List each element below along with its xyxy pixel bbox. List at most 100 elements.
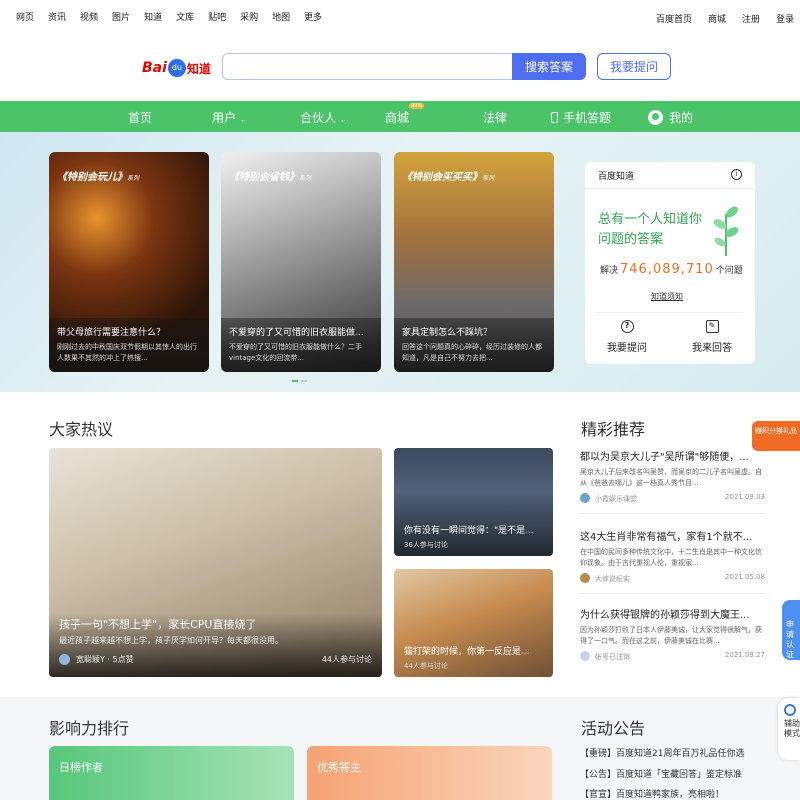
solved-count: 解决 746,089,710 个问题 [600, 262, 743, 277]
rank-section-title: 影响力排行 [49, 719, 130, 738]
panel-answer-label: 我来回答 [692, 343, 732, 354]
top-link-news[interactable]: 资讯 [48, 10, 66, 23]
card-caption: 带父母旅行需要注意什么？ 刚刚过去的中秋国庆双节假期以其惊人的出行人数果不其然的… [49, 318, 209, 372]
banner-card-travel[interactable]: 《特别会玩儿》系列 带父母旅行需要注意什么？ 刚刚过去的中秋国庆双节假期以其惊人… [49, 152, 209, 372]
recommend-title: 这4大生肖非常有福气，家有1个就不... [580, 532, 753, 543]
divider [585, 188, 755, 189]
panel-answer-button[interactable]: ✎ 我来回答 [682, 320, 742, 354]
hot-big-count: 44人参与讨论 [321, 655, 372, 664]
card-desc: 不爱穿的了又可惜的旧衣服能做什么？二手vintage文化的回流带... [229, 343, 362, 362]
recommend-item[interactable]: 都以为吴京大儿子"吴所谓"够随便，... 吴京大儿子后来改名叫吴赞，而吴京的二儿… [580, 448, 765, 514]
card-desc: 刚刚过去的中秋国庆双节假期以其惊人的出行人数果不其然的冲上了热搜... [57, 343, 197, 362]
card-title: 家具定制怎么不踩坑？ [402, 328, 493, 338]
hot-big-card[interactable]: 孩子一句"不想上学"，家长CPU直接烧了 最近孩子越来越不想上学，孩子厌学如何开… [49, 448, 382, 677]
carousel-dot-active[interactable] [292, 380, 298, 382]
earn-points-float[interactable]: 赚积分换礼品 [752, 421, 800, 451]
announcement-item[interactable]: 【公告】百度知道「宝藏回答」鉴定标准 [580, 767, 742, 780]
edit-icon: ✎ [705, 320, 719, 333]
panel-ask-button[interactable]: ? 我要提问 [597, 320, 657, 354]
mall-link[interactable]: 商城 [708, 12, 726, 25]
nav-mobile-answer[interactable]: 手机答题 [551, 109, 611, 126]
series-tag: 系列 [482, 175, 495, 182]
divider [580, 593, 765, 594]
panel-slogan: 总有一个人知道你问题的答案 [598, 212, 703, 247]
author-avatar [580, 573, 590, 583]
hot-big-desc: 最近孩子越来越不想上学，孩子厌学如何开导？每天都很没用。 [59, 636, 283, 645]
nav-user[interactable]: 用户 ⌄ [212, 109, 247, 126]
recommend-item[interactable]: 这4大生肖非常有福气，家有1个就不... 在中国的民间多种传统文化中，十二生肖是… [580, 528, 765, 594]
top-link-more[interactable]: 更多 [304, 10, 322, 23]
ask-question-button[interactable]: 我要提问 [597, 53, 671, 80]
mall-badge: 99% [409, 103, 425, 109]
solved-prefix: 解决 [600, 266, 619, 276]
recommend-date: 2021.09.27 [724, 651, 765, 659]
banner-card-furniture[interactable]: 《特别会买买买》系列 家具定制怎么不踩坑？ 回答这个问题真的心碎碎，经历过装修的… [394, 152, 554, 372]
login-link[interactable]: 登录 [776, 12, 794, 25]
rank-card-excellent[interactable]: 优秀答主 [307, 746, 552, 800]
search-input[interactable] [222, 53, 512, 80]
user-avatar-icon [648, 110, 663, 125]
card-series: 《特别会玩儿》系列 [57, 168, 139, 183]
logo-zhidao: 知道 [186, 61, 211, 76]
baidu-zhidao-logo[interactable]: Bai du 知道 [142, 56, 214, 80]
rank-card-daily[interactable]: 日榜作者 [49, 746, 294, 800]
nav-partner-label: 合伙人 [300, 111, 337, 125]
top-link-wenku[interactable]: 文库 [176, 10, 194, 23]
panel-header: 百度知道 [598, 172, 635, 182]
recommend-meta: 帐号已注销 2021.09.27 [580, 651, 765, 662]
logo-bai: Bai [142, 60, 167, 76]
card-desc: 回答这个问题真的心碎碎，经历过装修的人都知道，凡是自己不努力去把... [402, 343, 542, 362]
recommend-desc: 因为孙颖莎打败了日本人伊藤美诚，让大家觉得很解气，获得了一口气。而在这之前，伊藤… [580, 626, 762, 645]
hot-small-card[interactable]: 你有没有一瞬间觉得："是不是... 36人参与讨论 [394, 448, 553, 556]
main-nav: 首页 用户 ⌄ 合伙人 ⌄ 商城 99% 法律 手机答题 我的 [0, 101, 800, 132]
announcement-item[interactable]: 【重磅】百度知道21周年百万礼品任你选 [580, 746, 744, 759]
apply-cert-float[interactable]: 申请认证 [782, 600, 800, 660]
zhidao-notice-link[interactable]: 知道须知 [651, 291, 683, 302]
recommend-item[interactable]: 为什么获得银牌的孙颖莎得到大魔王... 因为孙颖莎打败了日本人伊藤美诚，让大家觉… [580, 606, 765, 662]
phone-icon [551, 112, 558, 123]
card-series: 《特别会省钱》系列 [229, 168, 311, 183]
carousel-dot[interactable] [301, 380, 307, 382]
card-title: 不爱穿的了又可惜的旧衣服能做... [229, 328, 364, 338]
assist-mode-float[interactable]: 辅助模式 [778, 698, 800, 760]
nav-home[interactable]: 首页 [128, 109, 152, 126]
assist-mode-label: 辅助模式 [784, 719, 800, 738]
nav-mine[interactable]: 我的 [648, 109, 693, 126]
top-link-map[interactable]: 地图 [272, 10, 290, 23]
banner-card-clothes[interactable]: 《特别会省钱》系列 不爱穿的了又可惜的旧衣服能做... 不爱穿的了又可惜的旧衣服… [221, 152, 381, 372]
hot-small-card[interactable]: 猫打架的时候，你第一反应是... 44人参与讨论 [394, 569, 553, 677]
hot-small-title: 你有没有一瞬间觉得："是不是... [404, 526, 534, 536]
divider [597, 312, 743, 313]
nav-partner[interactable]: 合伙人 ⌄ [300, 109, 347, 126]
card-series: 《特别会买买买》系列 [402, 168, 494, 183]
recommend-desc: 吴京大儿子后来改名叫吴赞，而吴京的二儿子名叫吴虚。自从《爸爸去哪儿》这一档真人秀… [580, 468, 762, 487]
nav-mall-label: 商城 [385, 111, 410, 125]
info-icon[interactable]: i [731, 169, 742, 180]
hot-small-count: 36人参与讨论 [404, 541, 448, 549]
baidu-home-link[interactable]: 百度首页 [656, 12, 692, 25]
recommend-meta: 大体说纪实 2021.05.08 [580, 573, 765, 584]
recommend-author: 大体说纪实 [595, 575, 630, 583]
top-link-image[interactable]: 图片 [112, 10, 130, 23]
top-nav: 网页 资讯 视频 图片 知道 文库 贴吧 采购 地图 更多 百度首页 商城 注册… [0, 0, 800, 34]
register-link[interactable]: 注册 [742, 12, 760, 25]
top-nav-account: 百度首页 商城 注册 登录 [640, 12, 794, 25]
zhidao-info-panel: 百度知道 i 总有一个人知道你问题的答案 解决 746,089,710 个问题 知道… [585, 162, 755, 364]
top-link-web[interactable]: 网页 [16, 10, 34, 23]
series-tag: 系列 [299, 175, 312, 182]
recommend-title: 为什么获得银牌的孙颖莎得到大魔王... [580, 610, 750, 621]
question-icon: ? [620, 320, 634, 333]
recommend-author: 小霞娱乐课堂 [595, 495, 637, 503]
carousel-dots [292, 380, 307, 382]
top-link-zhidao[interactable]: 知道 [144, 10, 162, 23]
nav-mall[interactable]: 商城 99% [385, 103, 425, 126]
top-link-video[interactable]: 视频 [80, 10, 98, 23]
top-link-tieba[interactable]: 贴吧 [208, 10, 226, 23]
author-avatar [59, 654, 70, 665]
recommend-title: 都以为吴京大儿子"吴所谓"够随便，... [580, 452, 749, 463]
announcement-item[interactable]: 【官宣】百度知道鸭家族，亮相啦！ [580, 787, 724, 800]
top-link-caigou[interactable]: 采购 [240, 10, 258, 23]
recommend-desc: 在中国的民间多种传统文化中，十二生肖是其中一种文化信仰现象。由于古代重视人伦，重… [580, 548, 762, 567]
nav-law[interactable]: 法律 [483, 109, 507, 126]
search-answer-button[interactable]: 搜索答案 [512, 53, 586, 80]
